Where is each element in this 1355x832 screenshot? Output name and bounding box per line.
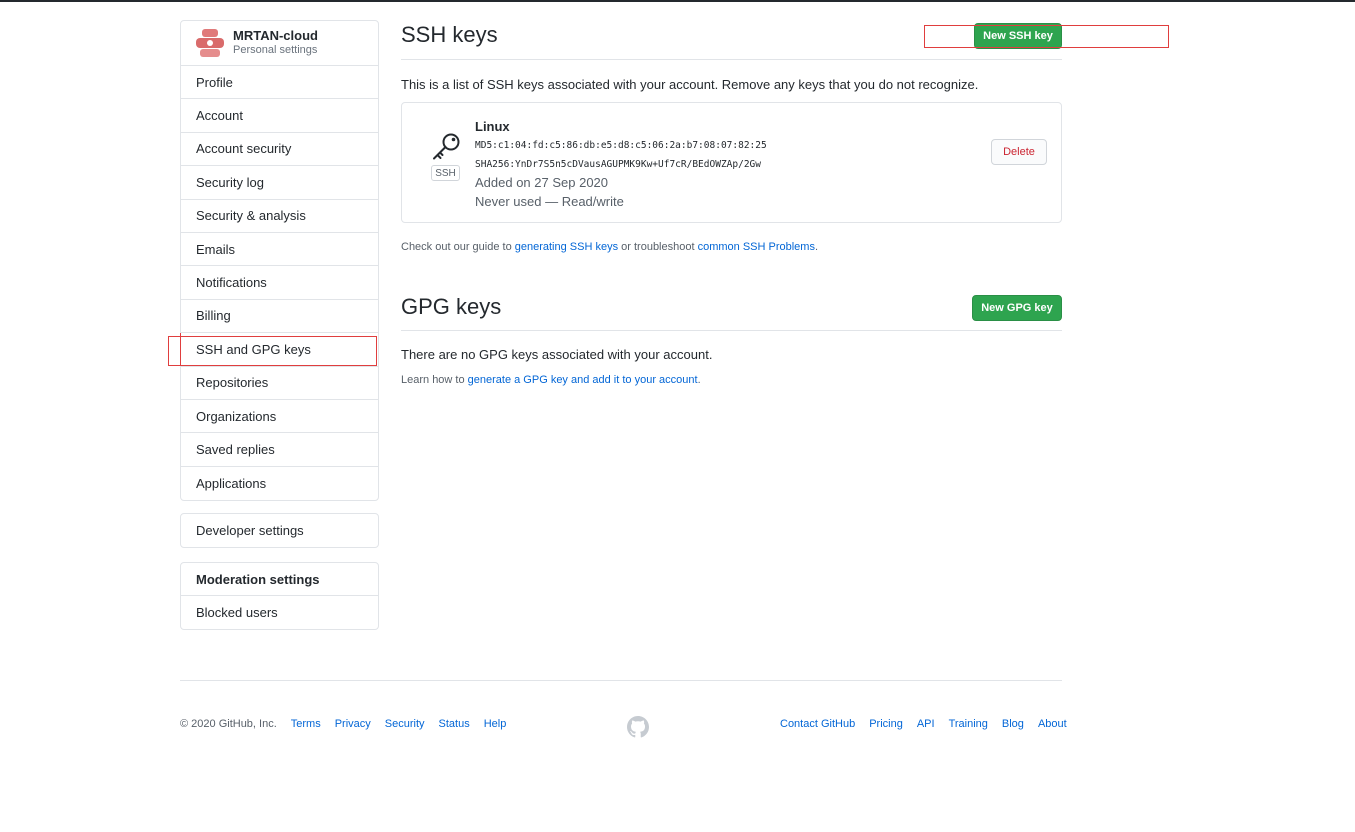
- key-title: Linux: [475, 119, 510, 134]
- sidebar-item-emails[interactable]: Emails: [181, 233, 378, 267]
- menu-header[interactable]: MRTAN-cloud Personal settings: [181, 21, 378, 66]
- avatar: [196, 29, 224, 57]
- sidebar-item-saved-replies[interactable]: Saved replies: [181, 433, 378, 467]
- new-ssh-key-button[interactable]: New SSH key: [974, 23, 1062, 49]
- username: MRTAN-cloud: [233, 28, 318, 43]
- footer-link-security[interactable]: Security: [385, 718, 425, 730]
- gpg-empty-text: There are no GPG keys associated with yo…: [401, 347, 713, 362]
- sidebar-item-repositories[interactable]: Repositories: [181, 367, 378, 400]
- footer-copyright: © 2020 GitHub, Inc.: [180, 718, 277, 730]
- footer-link-about[interactable]: About: [1038, 718, 1067, 730]
- gpg-subhead: GPG keys: [401, 294, 1062, 331]
- gpg-title: GPG keys: [401, 294, 502, 319]
- learn-suffix: .: [697, 374, 701, 386]
- footer-link-status[interactable]: Status: [439, 718, 470, 730]
- sidebar-item-ssh-gpg-keys[interactable]: SSH and GPG keys: [181, 333, 378, 367]
- common-ssh-problems-link[interactable]: common SSH Problems: [698, 241, 815, 253]
- ssh-title: SSH keys: [401, 22, 498, 47]
- footer-link-contact[interactable]: Contact GitHub: [780, 718, 855, 730]
- github-mark-icon[interactable]: [627, 716, 649, 741]
- sidebar-item-account[interactable]: Account: [181, 99, 378, 133]
- guide-middle: or troubleshoot: [618, 241, 698, 253]
- ssh-guide-text: Check out our guide to generating SSH ke…: [401, 241, 818, 253]
- learn-prefix: Learn how to: [401, 374, 468, 386]
- footer-link-terms[interactable]: Terms: [291, 718, 321, 730]
- footer-link-api[interactable]: API: [917, 718, 935, 730]
- sidebar-item-organizations[interactable]: Organizations: [181, 400, 378, 434]
- delete-key-button[interactable]: Delete: [991, 139, 1047, 165]
- sidebar-item-applications[interactable]: Applications: [181, 467, 378, 500]
- moderation-heading: Moderation settings: [181, 563, 378, 596]
- footer-link-pricing[interactable]: Pricing: [869, 718, 903, 730]
- sidebar-item-profile[interactable]: Profile: [181, 66, 378, 100]
- footer-right: Contact GitHub Pricing API Training Blog…: [780, 718, 1067, 730]
- key-md5-fingerprint: MD5:c1:04:fd:c5:86:db:e5:d8:c5:06:2a:b7:…: [475, 140, 767, 151]
- guide-suffix: .: [814, 241, 819, 253]
- menu-subtitle: Personal settings: [233, 44, 318, 56]
- key-icon: [430, 131, 462, 164]
- sidebar-item-security-log[interactable]: Security log: [181, 166, 378, 200]
- developer-menu: Developer settings: [180, 513, 379, 548]
- new-gpg-key-button[interactable]: New GPG key: [972, 295, 1062, 321]
- key-added-date: Added on 27 Sep 2020: [475, 175, 609, 190]
- key-sha256-fingerprint: SHA256:YnDr7S5n5cDVausAGUPMK9Kw+Uf7cR/BE…: [475, 159, 761, 170]
- footer-divider: [180, 680, 1062, 681]
- guide-prefix: Check out our guide to: [401, 241, 515, 253]
- ssh-badge: SSH: [431, 165, 460, 181]
- key-usage: Never used — Read/write: [475, 194, 624, 209]
- sidebar-item-billing[interactable]: Billing: [181, 300, 378, 334]
- moderation-menu: Moderation settings Blocked users: [180, 562, 379, 630]
- generating-ssh-keys-link[interactable]: generating SSH keys: [515, 241, 618, 253]
- generate-gpg-key-link[interactable]: generate a GPG key and add it to your ac…: [468, 374, 698, 386]
- sidebar-item-notifications[interactable]: Notifications: [181, 266, 378, 300]
- settings-menu: MRTAN-cloud Personal settings Profile Ac…: [180, 20, 379, 502]
- footer-link-training[interactable]: Training: [949, 718, 988, 730]
- footer-link-blog[interactable]: Blog: [1002, 718, 1024, 730]
- ssh-description: This is a list of SSH keys associated wi…: [401, 77, 979, 92]
- ssh-subhead: SSH keys: [401, 22, 1062, 60]
- footer-link-privacy[interactable]: Privacy: [335, 718, 371, 730]
- highlight-marker: [180, 333, 181, 365]
- sidebar-item-security-analysis[interactable]: Security & analysis: [181, 200, 378, 233]
- sidebar-item-account-security[interactable]: Account security: [181, 133, 378, 167]
- gpg-learn-text: Learn how to generate a GPG key and add …: [401, 374, 701, 386]
- sidebar-item-developer-settings[interactable]: Developer settings: [181, 514, 378, 547]
- sidebar-item-blocked-users[interactable]: Blocked users: [181, 596, 378, 629]
- footer-left: © 2020 GitHub, Inc. Terms Privacy Securi…: [180, 718, 506, 730]
- footer-link-help[interactable]: Help: [484, 718, 507, 730]
- top-border: [0, 0, 1355, 2]
- ssh-key-item: SSH Linux MD5:c1:04:fd:c5:86:db:e5:d8:c5…: [401, 102, 1062, 223]
